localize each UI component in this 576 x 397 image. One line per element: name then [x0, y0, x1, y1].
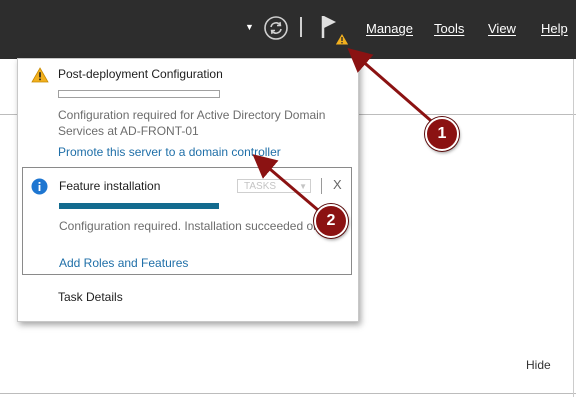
callout-arrow-2 — [252, 154, 326, 218]
callout-badge-1: 1 — [425, 117, 459, 151]
callout-arrow-1 — [347, 48, 438, 128]
callout-badge-2: 2 — [314, 204, 348, 238]
callout-arrows — [252, 48, 438, 218]
